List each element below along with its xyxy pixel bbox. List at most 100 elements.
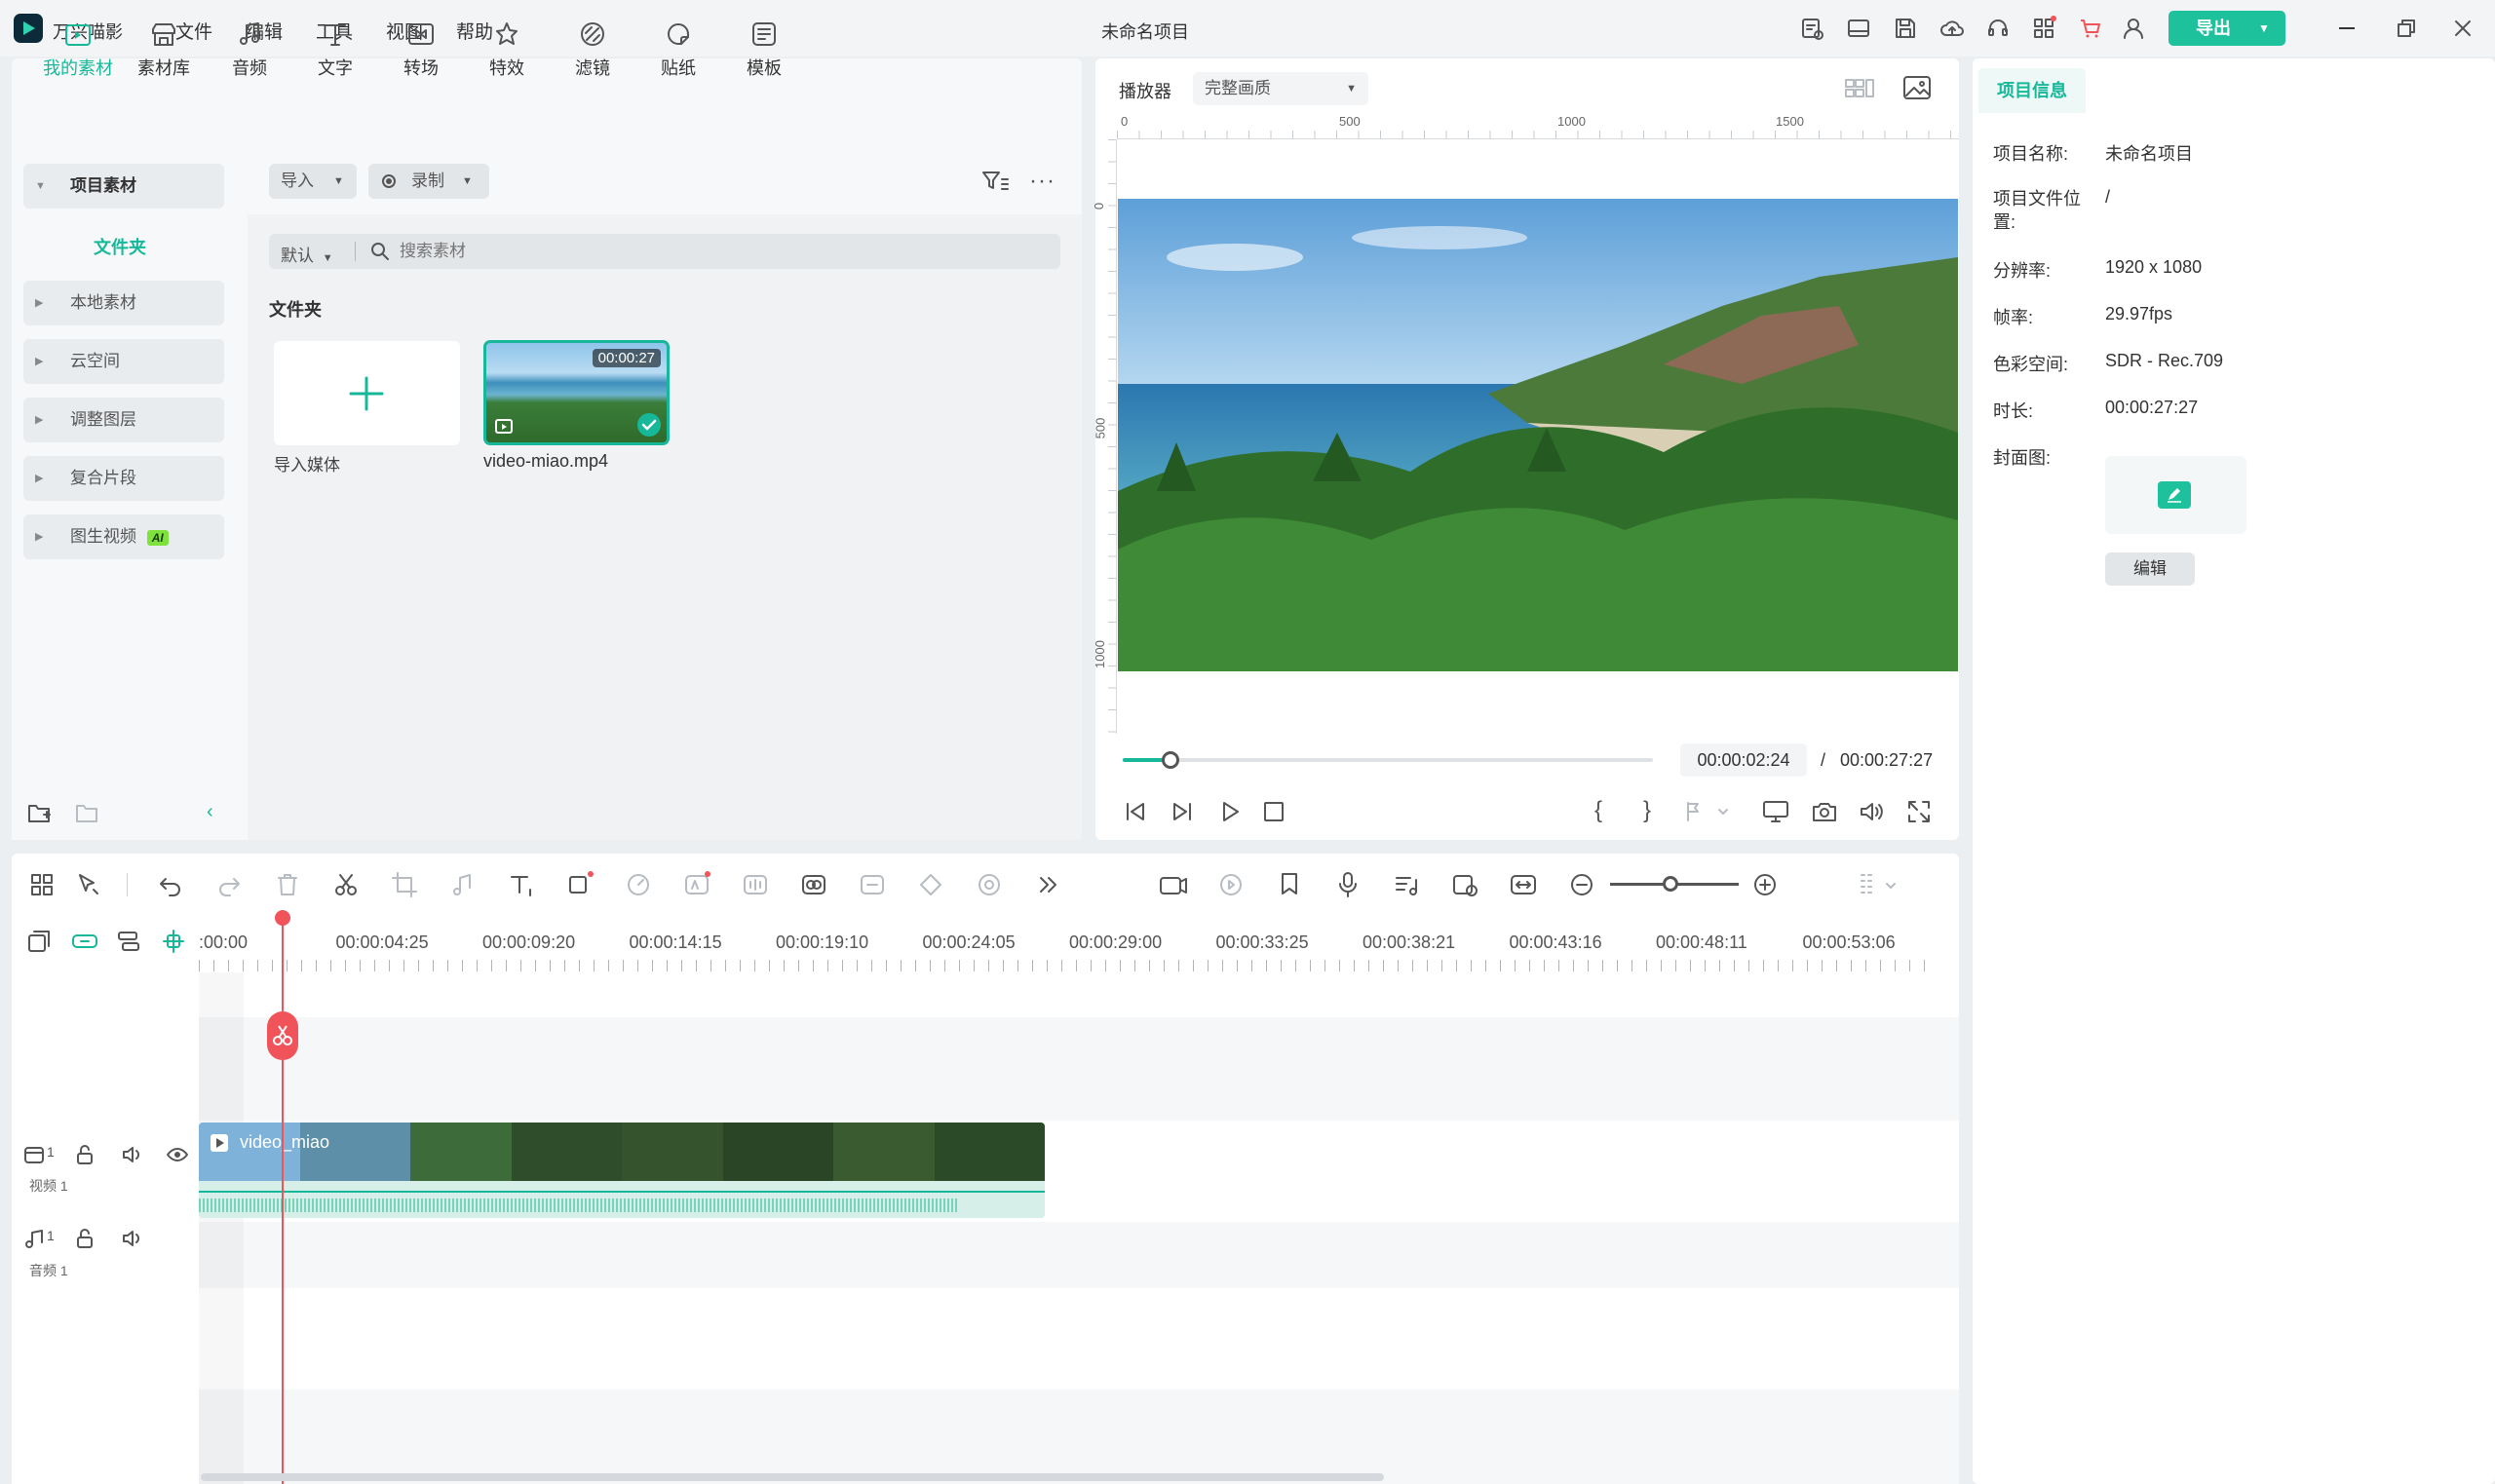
- cloud-upload-icon[interactable]: [1938, 15, 1966, 42]
- shape-mask-icon[interactable]: [565, 870, 595, 899]
- layout-switch-icon[interactable]: [27, 870, 57, 899]
- video-preview[interactable]: [1118, 199, 1958, 671]
- next-frame-icon[interactable]: [1170, 799, 1195, 824]
- layout-icon[interactable]: [1845, 15, 1872, 42]
- import-media-tile[interactable]: [274, 341, 460, 445]
- delete-icon[interactable]: [273, 870, 302, 899]
- close-icon[interactable]: [2454, 19, 2472, 37]
- zoom-in-icon[interactable]: [1750, 870, 1780, 899]
- lock-icon[interactable]: [74, 1144, 96, 1165]
- apps-grid-icon[interactable]: [2030, 15, 2057, 42]
- quality-dropdown[interactable]: 完整画质 ▼: [1193, 72, 1368, 105]
- keyframe-icon[interactable]: [916, 870, 945, 899]
- ai-text-icon[interactable]: [682, 870, 711, 899]
- more-tools-icon[interactable]: [1033, 870, 1062, 899]
- sidebar-item-image-to-video[interactable]: ▶ 图生视频 AI: [23, 514, 224, 559]
- render-preview-icon[interactable]: [1158, 870, 1187, 899]
- tab-template[interactable]: 模板: [725, 19, 803, 80]
- tab-sticker[interactable]: 贴纸: [639, 19, 717, 80]
- playhead-handle[interactable]: [275, 910, 290, 926]
- microphone-icon[interactable]: [1333, 870, 1363, 899]
- delete-folder-icon[interactable]: [75, 801, 100, 824]
- search-input[interactable]: [400, 238, 1043, 265]
- marker-dropdown-icon[interactable]: [1684, 799, 1733, 824]
- marker-shield-icon[interactable]: [1275, 870, 1304, 899]
- sidebar-item-cloud-space[interactable]: ▶ 云空间: [23, 339, 224, 384]
- add-track-icon[interactable]: [25, 928, 53, 955]
- previous-frame-icon[interactable]: [1123, 799, 1148, 824]
- stop-icon[interactable]: [1263, 801, 1285, 822]
- mute-icon[interactable]: [121, 1144, 144, 1165]
- snapshot-camera-icon[interactable]: [1811, 799, 1838, 824]
- filter-list-icon[interactable]: [980, 168, 1010, 195]
- zoom-out-icon[interactable]: [1567, 870, 1596, 899]
- play-icon[interactable]: [1218, 799, 1244, 824]
- record-button[interactable]: 录制 ▼: [368, 164, 489, 199]
- audio-mixer-icon[interactable]: [1392, 870, 1421, 899]
- mute-icon[interactable]: [121, 1228, 144, 1249]
- select-tool-icon[interactable]: [74, 870, 103, 899]
- playback-progress-handle[interactable]: [1161, 751, 1179, 769]
- cover-image-box[interactable]: [2105, 456, 2246, 534]
- sidebar-item-local-media[interactable]: ▶ 本地素材: [23, 281, 224, 325]
- playhead-line[interactable]: [282, 914, 284, 1484]
- support-headset-icon[interactable]: [1984, 15, 2012, 42]
- tab-my-media[interactable]: 我的素材: [39, 19, 117, 80]
- sidebar-item-compound-clip[interactable]: ▶ 复合片段: [23, 456, 224, 501]
- track-settings-icon[interactable]: [1856, 870, 1896, 899]
- restore-icon[interactable]: [2398, 19, 2415, 37]
- tab-effects[interactable]: 特效: [468, 19, 546, 80]
- zoom-slider[interactable]: [1610, 876, 1739, 892]
- display-icon[interactable]: [1762, 799, 1789, 824]
- tab-audio[interactable]: 音频: [211, 19, 288, 80]
- ai-tools-icon[interactable]: [858, 870, 887, 899]
- tab-transition[interactable]: 转场: [382, 19, 460, 80]
- mark-in-icon[interactable]: {: [1594, 797, 1602, 824]
- lock-icon[interactable]: [74, 1228, 96, 1249]
- visibility-eye-icon[interactable]: [166, 1144, 189, 1165]
- fullscreen-icon[interactable]: [1906, 799, 1932, 824]
- volume-icon[interactable]: [1858, 799, 1885, 824]
- timeline-scrollbar[interactable]: [201, 1473, 1384, 1481]
- collapse-sidebar-icon[interactable]: ‹: [207, 801, 213, 823]
- sort-dropdown[interactable]: 默认 ▼: [281, 242, 333, 266]
- sidebar-item-project-media[interactable]: ▼ 项目素材: [23, 164, 224, 209]
- chevron-down-icon[interactable]: ▼: [2258, 11, 2270, 46]
- play-range-icon[interactable]: [1216, 870, 1246, 899]
- stabilize-icon[interactable]: [975, 870, 1004, 899]
- save-icon[interactable]: [1892, 15, 1919, 42]
- undo-icon[interactable]: [156, 870, 185, 899]
- speed-icon[interactable]: [624, 870, 653, 899]
- export-button[interactable]: 导出 ▼: [2169, 11, 2285, 46]
- tab-text[interactable]: 文字: [296, 19, 374, 80]
- fit-timeline-icon[interactable]: [1509, 870, 1538, 899]
- cart-icon[interactable]: [2077, 15, 2104, 42]
- user-avatar-icon[interactable]: [2120, 15, 2147, 42]
- grid-view-icon[interactable]: [1844, 76, 1875, 101]
- playback-progress-track[interactable]: [1123, 751, 1653, 769]
- sidebar-item-adjustment-layer[interactable]: ▶ 调整图层: [23, 398, 224, 442]
- image-icon[interactable]: [1902, 74, 1932, 101]
- track-align-icon[interactable]: [115, 928, 142, 955]
- crop-icon[interactable]: [390, 870, 419, 899]
- text-add-icon[interactable]: [507, 870, 536, 899]
- mark-out-icon[interactable]: }: [1643, 797, 1651, 824]
- minimize-icon[interactable]: [2339, 27, 2355, 29]
- import-button[interactable]: 导入 ▼: [269, 164, 357, 199]
- tab-project-info[interactable]: 项目信息: [1978, 68, 2086, 113]
- zoom-slider-handle[interactable]: [1663, 876, 1678, 892]
- color-match-icon[interactable]: [799, 870, 828, 899]
- edit-cover-button[interactable]: 编辑: [2105, 552, 2195, 586]
- sidebar-item-folder[interactable]: 文件夹: [94, 234, 146, 259]
- snap-magnet-icon[interactable]: [160, 928, 187, 955]
- proxy-icon[interactable]: [1450, 870, 1479, 899]
- more-options-icon[interactable]: ···: [1029, 168, 1056, 195]
- timeline-video-clip[interactable]: video_miao: [199, 1123, 1045, 1218]
- redo-icon[interactable]: [214, 870, 244, 899]
- media-clip-thumbnail[interactable]: 00:00:27: [483, 340, 670, 445]
- task-list-icon[interactable]: [1798, 15, 1825, 42]
- playhead-split-scissors-icon[interactable]: [267, 1011, 298, 1060]
- audio-edit-icon[interactable]: [448, 870, 478, 899]
- audio-wave-icon[interactable]: [741, 870, 770, 899]
- link-icon[interactable]: [70, 928, 99, 955]
